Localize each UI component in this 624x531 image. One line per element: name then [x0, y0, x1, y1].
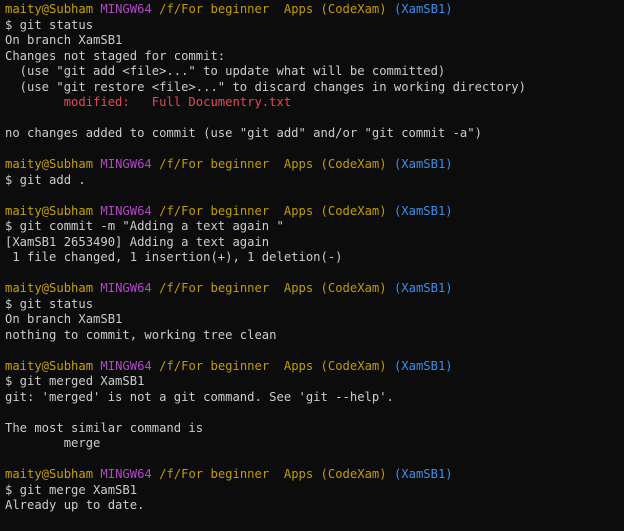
output-text: merge: [5, 436, 101, 450]
prompt-line: maity@Subham MINGW64 /f/For beginner App…: [5, 204, 619, 220]
output-line: (use "git restore <file>..." to discard …: [5, 80, 619, 96]
prompt-env: MINGW64: [100, 157, 152, 171]
output-text: git: 'merged' is not a git command. See …: [5, 389, 394, 404]
command-line: $ git commit -m "Adding a text again ": [5, 219, 619, 235]
prompt-line: maity@Subham MINGW64 /f/For beginner App…: [5, 467, 619, 483]
terminal-window[interactable]: maity@Subham MINGW64 /f/For beginner App…: [0, 0, 624, 531]
command-line: $ git merge XamSB1: [5, 483, 619, 499]
prompt-branch: (XamSB1): [393, 203, 453, 218]
prompt-path: /f/For beginner Apps (CodeXam): [159, 281, 387, 295]
prompt-line: maity@Subham MINGW64 /f/For beginner App…: [5, 359, 619, 375]
command-line: $ git status: [5, 297, 619, 313]
command-line: $ git status: [5, 18, 619, 34]
command-text: $ git status: [5, 17, 94, 32]
output-line: merge: [5, 436, 619, 452]
prompt-path: /f/For beginner Apps (CodeXam): [159, 157, 387, 171]
prompt-user-host: maity@Subham: [5, 2, 94, 16]
prompt-branch: (XamSB1): [393, 467, 453, 481]
output-line: On branch XamSB1: [5, 33, 619, 49]
modified-file-line: modified: Full Documentry.txt: [5, 95, 619, 111]
output-text: no changes added to commit (use "git add…: [5, 126, 482, 140]
prompt-branch: (XamSB1): [393, 281, 453, 295]
prompt-path: /f/For beginner Apps (CodeXam): [159, 358, 387, 373]
output-text: nothing to commit, working tree clean: [5, 327, 277, 342]
output-line: [XamSB1 2653490] Adding a text again: [5, 235, 619, 251]
command-text: $ git commit -m "Adding a text again ": [5, 219, 284, 233]
prompt-user-host: maity@Subham: [5, 467, 94, 481]
output-line: git: 'merged' is not a git command. See …: [5, 390, 619, 406]
prompt-line: maity@Subham MINGW64 /f/For beginner App…: [5, 157, 619, 173]
prompt-user-host: maity@Subham: [5, 358, 94, 373]
command-text: $ git merged XamSB1: [5, 374, 145, 388]
prompt-user-host: maity@Subham: [5, 157, 94, 171]
prompt-env: MINGW64: [100, 358, 152, 373]
output-line: The most similar command is: [5, 421, 619, 437]
prompt-branch: (XamSB1): [393, 157, 453, 171]
prompt-env: MINGW64: [100, 467, 152, 481]
prompt-line: maity@Subham MINGW64 /f/For beginner App…: [5, 281, 619, 297]
output-line: Changes not staged for commit:: [5, 49, 619, 65]
output-line: 1 file changed, 1 insertion(+), 1 deleti…: [5, 250, 619, 266]
command-line: $ git add .: [5, 173, 619, 189]
prompt-env: MINGW64: [100, 203, 152, 218]
prompt-path: /f/For beginner Apps (CodeXam): [159, 203, 387, 218]
prompt-user-host: maity@Subham: [5, 281, 94, 295]
prompt-env: MINGW64: [100, 2, 152, 16]
prompt-branch: (XamSB1): [393, 358, 453, 373]
output-text: The most similar command is: [5, 420, 204, 435]
command-text: $ git add .: [5, 172, 86, 187]
output-text: 1 file changed, 1 insertion(+), 1 deleti…: [5, 250, 343, 264]
command-text: $ git merge XamSB1: [5, 482, 138, 497]
prompt-line: maity@Subham MINGW64 /f/For beginner App…: [5, 2, 619, 18]
prompt-user-host: maity@Subham: [5, 203, 94, 218]
output-line: On branch XamSB1: [5, 312, 619, 328]
prompt-path: /f/For beginner Apps (CodeXam): [159, 2, 387, 16]
output-text: (use "git restore <file>..." to discard …: [5, 79, 526, 94]
command-text: $ git status: [5, 296, 94, 311]
prompt-branch: (XamSB1): [393, 2, 453, 16]
output-line: Already up to date.: [5, 498, 619, 514]
output-line: (use "git add <file>..." to update what …: [5, 64, 619, 80]
output-line: no changes added to commit (use "git add…: [5, 126, 619, 142]
prompt-env: MINGW64: [100, 281, 152, 295]
output-text: (use "git add <file>..." to update what …: [5, 64, 446, 78]
output-text: [XamSB1 2653490] Adding a text again: [5, 234, 270, 249]
output-text: On branch XamSB1: [5, 33, 123, 47]
command-line: $ git merged XamSB1: [5, 374, 619, 390]
modified-file-text: modified: Full Documentry.txt: [5, 95, 292, 109]
output-line: nothing to commit, working tree clean: [5, 328, 619, 344]
output-text: Changes not staged for commit:: [5, 48, 226, 63]
output-text: Already up to date.: [5, 498, 145, 512]
output-text: On branch XamSB1: [5, 312, 123, 326]
prompt-path: /f/For beginner Apps (CodeXam): [159, 467, 387, 481]
